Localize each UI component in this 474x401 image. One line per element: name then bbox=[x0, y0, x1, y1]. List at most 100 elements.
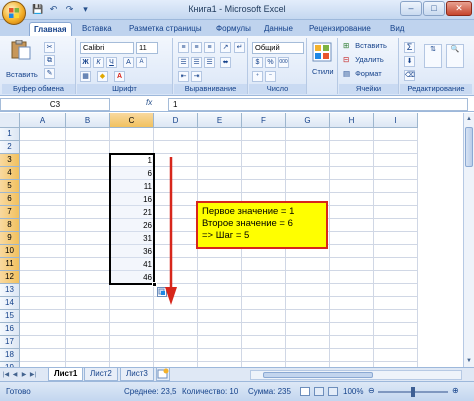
close-button[interactable]: ✕ bbox=[446, 1, 472, 16]
merge-cells-icon[interactable]: ⬌ bbox=[220, 57, 231, 68]
scroll-down-icon[interactable]: ▼ bbox=[464, 356, 474, 366]
format-cells-button[interactable]: ▤ Формат bbox=[343, 69, 382, 79]
page-break-view-icon[interactable] bbox=[328, 387, 338, 396]
cell-value[interactable]: 11 bbox=[110, 180, 154, 193]
cell-value[interactable]: 36 bbox=[110, 245, 154, 258]
decrease-indent-icon[interactable]: ⇤ bbox=[178, 71, 189, 82]
vertical-scrollbar[interactable]: ▲ ▼ bbox=[463, 113, 474, 367]
align-bottom-icon[interactable]: ≡ bbox=[204, 42, 215, 53]
wrap-text-icon[interactable]: ↵ bbox=[234, 42, 245, 53]
orientation-icon[interactable]: ↗ bbox=[220, 42, 231, 53]
page-layout-view-icon[interactable] bbox=[314, 387, 324, 396]
thousands-button[interactable]: 000 bbox=[278, 57, 289, 68]
insert-cells-button[interactable]: ⊞ Вставить bbox=[343, 41, 387, 51]
tab-view[interactable]: Вид bbox=[390, 22, 404, 36]
row-header-7[interactable]: 7 bbox=[0, 206, 20, 219]
align-middle-icon[interactable]: ≡ bbox=[191, 42, 202, 53]
row-header-17[interactable]: 17 bbox=[0, 336, 20, 349]
cut-icon[interactable]: ✂ bbox=[44, 42, 55, 53]
cell-value[interactable]: 46 bbox=[110, 271, 154, 284]
column-header-I[interactable]: I bbox=[374, 113, 418, 128]
column-header-E[interactable]: E bbox=[198, 113, 242, 128]
number-format-select[interactable]: Общий bbox=[252, 42, 304, 54]
tab-review[interactable]: Рецензирование bbox=[309, 22, 371, 36]
row-header-2[interactable]: 2 bbox=[0, 141, 20, 154]
horizontal-scrollbar[interactable] bbox=[250, 370, 462, 380]
tab-home[interactable]: Главная bbox=[29, 22, 72, 36]
column-header-G[interactable]: G bbox=[286, 113, 330, 128]
column-header-C[interactable]: C bbox=[110, 113, 154, 128]
row-header-15[interactable]: 15 bbox=[0, 310, 20, 323]
sheet-tab-2[interactable]: Лист2 bbox=[84, 368, 118, 381]
row-header-14[interactable]: 14 bbox=[0, 297, 20, 310]
italic-button[interactable]: К bbox=[93, 57, 104, 68]
maximize-button[interactable]: □ bbox=[423, 1, 445, 16]
increase-decimal-icon[interactable]: ⁺ bbox=[252, 71, 263, 82]
row-header-13[interactable]: 13 bbox=[0, 284, 20, 297]
tab-formulas[interactable]: Формулы bbox=[216, 22, 251, 36]
percent-button[interactable]: % bbox=[265, 57, 276, 68]
next-sheet-icon[interactable]: ▶ bbox=[20, 370, 28, 380]
bold-button[interactable]: Ж bbox=[80, 57, 91, 68]
font-color-icon[interactable]: A bbox=[114, 71, 125, 82]
tab-page-layout[interactable]: Разметка страницы bbox=[129, 22, 202, 36]
shrink-font-button[interactable]: A bbox=[136, 57, 147, 68]
horizontal-scroll-thumb[interactable] bbox=[263, 372, 373, 378]
currency-button[interactable]: $ bbox=[252, 57, 263, 68]
increase-indent-icon[interactable]: ⇥ bbox=[191, 71, 202, 82]
align-top-icon[interactable]: ≡ bbox=[178, 42, 189, 53]
sheet-tab-1[interactable]: Лист1 bbox=[48, 368, 84, 381]
column-header-A[interactable]: A bbox=[20, 113, 66, 128]
row-header-11[interactable]: 11 bbox=[0, 258, 20, 271]
last-sheet-icon[interactable]: ▶| bbox=[29, 370, 37, 380]
zoom-level[interactable]: 100% bbox=[343, 387, 363, 396]
delete-cells-button[interactable]: ⊟ Удалить bbox=[343, 55, 384, 65]
row-header-5[interactable]: 5 bbox=[0, 180, 20, 193]
sort-filter-icon[interactable]: ⇅ bbox=[424, 44, 442, 68]
align-center-icon[interactable]: ☰ bbox=[191, 57, 202, 68]
row-header-10[interactable]: 10 bbox=[0, 245, 20, 258]
cell-value[interactable]: 31 bbox=[110, 232, 154, 245]
cell-value[interactable]: 41 bbox=[110, 258, 154, 271]
column-header-B[interactable]: B bbox=[66, 113, 110, 128]
find-select-icon[interactable]: 🔍 bbox=[446, 44, 464, 68]
styles-button[interactable] bbox=[312, 42, 332, 64]
clear-icon[interactable]: ⌫ bbox=[404, 70, 415, 81]
underline-button[interactable]: Ч bbox=[106, 57, 117, 68]
formula-input[interactable]: 1 bbox=[168, 98, 468, 111]
normal-view-icon[interactable] bbox=[300, 387, 310, 396]
row-header-4[interactable]: 4 bbox=[0, 167, 20, 180]
fill-color-icon[interactable]: ◆ bbox=[97, 71, 108, 82]
cell-value[interactable]: 21 bbox=[110, 206, 154, 219]
tab-insert[interactable]: Вставка bbox=[82, 22, 112, 36]
row-header-8[interactable]: 8 bbox=[0, 219, 20, 232]
row-header-3[interactable]: 3 bbox=[0, 154, 20, 167]
cell-value[interactable]: 6 bbox=[110, 167, 154, 180]
font-size-select[interactable]: 11 bbox=[136, 42, 158, 54]
cell-value[interactable]: 1 bbox=[110, 154, 154, 167]
align-left-icon[interactable]: ☰ bbox=[178, 57, 189, 68]
row-header-12[interactable]: 12 bbox=[0, 271, 20, 284]
office-button[interactable] bbox=[2, 1, 26, 25]
decrease-decimal-icon[interactable]: ⁻ bbox=[265, 71, 276, 82]
copy-icon[interactable]: ⧉ bbox=[44, 55, 55, 66]
column-header-D[interactable]: D bbox=[154, 113, 198, 128]
paste-button[interactable] bbox=[6, 39, 38, 70]
select-all-corner[interactable] bbox=[0, 113, 20, 128]
scroll-up-icon[interactable]: ▲ bbox=[464, 114, 474, 124]
minimize-button[interactable]: – bbox=[400, 1, 422, 16]
row-header-1[interactable]: 1 bbox=[0, 128, 20, 141]
vertical-scroll-thumb[interactable] bbox=[465, 127, 473, 167]
row-header-16[interactable]: 16 bbox=[0, 323, 20, 336]
tab-data[interactable]: Данные bbox=[264, 22, 293, 36]
worksheet-grid[interactable]: ABCDEFGHI1234567891011121314151617181916… bbox=[0, 113, 463, 367]
prev-sheet-icon[interactable]: ◀ bbox=[11, 370, 19, 380]
first-sheet-icon[interactable]: |◀ bbox=[2, 370, 10, 380]
fx-button[interactable]: fx bbox=[146, 98, 152, 107]
cell-value[interactable]: 16 bbox=[110, 193, 154, 206]
grow-font-button[interactable]: A bbox=[123, 57, 134, 68]
zoom-out-icon[interactable]: ⊖ bbox=[368, 386, 375, 395]
zoom-slider-thumb[interactable] bbox=[411, 387, 415, 397]
zoom-slider[interactable] bbox=[378, 387, 448, 397]
autosum-button[interactable]: Σ bbox=[404, 42, 415, 53]
